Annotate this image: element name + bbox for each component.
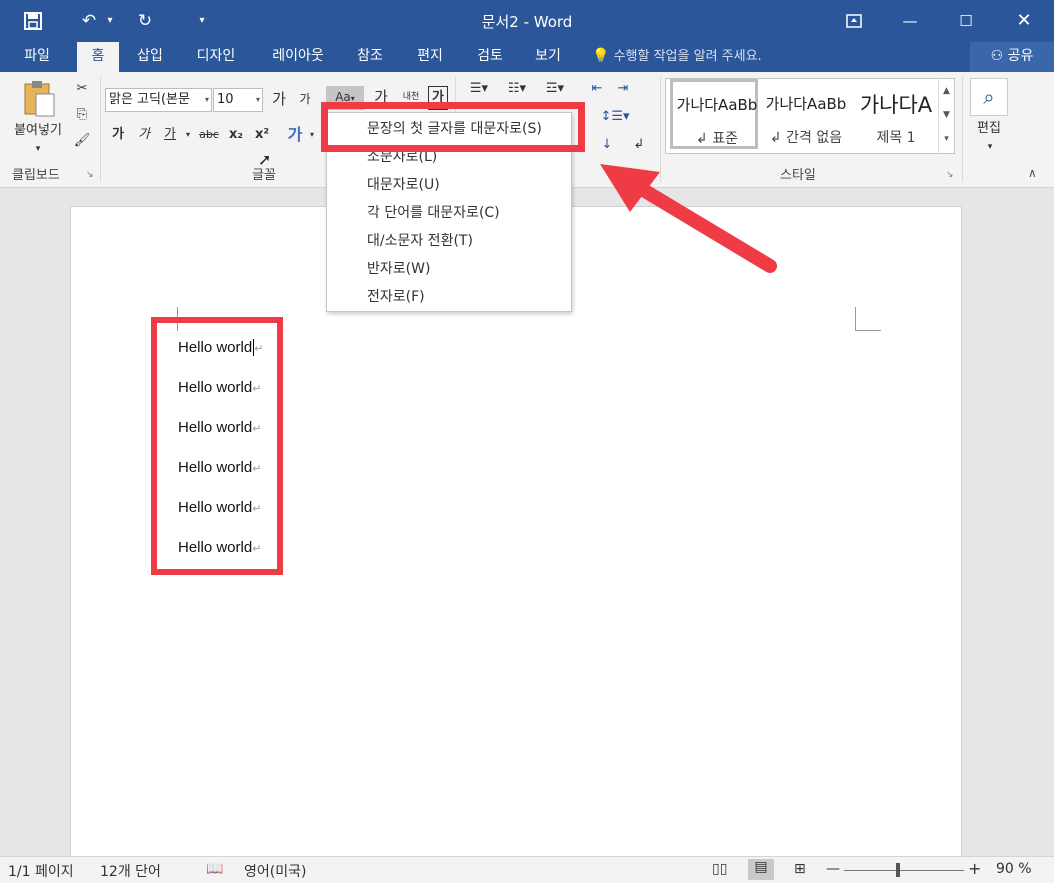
web-layout-icon[interactable]: ⊞	[794, 861, 806, 877]
tell-me-text: 수행할 작업을 알려 주세요.	[613, 49, 762, 64]
text-effects-button[interactable]: 가	[284, 124, 306, 148]
language[interactable]: 영어(미국)	[244, 861, 306, 881]
underline-dropdown-icon[interactable]: ▾	[182, 124, 194, 148]
italic-button[interactable]: 가	[134, 124, 154, 148]
ribbon-display-options-icon[interactable]	[834, 8, 874, 34]
zoom-level[interactable]: 90 %	[996, 861, 1032, 877]
font-group-label: 글꼴	[252, 168, 276, 183]
style-name: 제목 1	[876, 130, 916, 146]
zoom-slider-thumb[interactable]	[896, 863, 900, 877]
tab-design[interactable]: 디자인	[188, 42, 244, 72]
cut-icon[interactable]: ✂	[72, 78, 92, 102]
menu-item-full-width[interactable]: 전자로(F)	[327, 283, 571, 311]
more-styles-icon[interactable]: ▾	[939, 127, 954, 151]
tab-view[interactable]: 보기	[526, 42, 570, 72]
format-painter-icon[interactable]: 🖌	[72, 130, 92, 154]
strikethrough-button[interactable]: abc	[196, 124, 222, 148]
increase-indent-icon[interactable]: ⇥	[612, 78, 634, 102]
tab-review[interactable]: 검토	[468, 42, 512, 72]
font-name-value: 맑은 고딕(본문	[109, 92, 190, 107]
ribbon-tabs: 파일 홈 삽입 디자인 레이아웃 참조 편지 검토 보기 💡 수행할 작업을 알…	[0, 42, 1054, 72]
multilevel-list-icon[interactable]: ☲▾	[538, 78, 572, 102]
read-mode-icon[interactable]: ▯▯	[712, 861, 727, 877]
menu-item-half-width[interactable]: 반자로(W)	[327, 255, 571, 283]
share-button[interactable]: ⚇ 공유	[970, 42, 1054, 72]
underline-button[interactable]: 가	[160, 124, 180, 148]
style-no-spacing[interactable]: 가나다AaBb ↲ 간격 없음	[762, 81, 850, 151]
clipboard-group-label: 클립보드	[12, 168, 60, 183]
menu-item-capitalize-each-word[interactable]: 각 단어를 대문자로(C)	[327, 199, 571, 227]
tell-me-box[interactable]: 💡 수행할 작업을 알려 주세요.	[592, 42, 762, 72]
bold-button[interactable]: 가	[108, 124, 128, 148]
chevron-down-icon: ▾	[204, 95, 209, 104]
search-icon[interactable]: ⌕	[970, 78, 1008, 116]
bullets-icon[interactable]: ☰▾	[462, 78, 496, 102]
style-name: ↲ 간격 없음	[769, 130, 843, 146]
style-preview: 가나다AaBb	[676, 96, 758, 114]
highlight-box-menu-item	[321, 102, 585, 152]
zoom-slider[interactable]	[844, 870, 964, 871]
tab-layout[interactable]: 레이아웃	[262, 42, 334, 72]
tab-mailings[interactable]: 편지	[408, 42, 452, 72]
paste-dropdown-icon[interactable]: ▾	[28, 138, 48, 162]
styles-scrollbar[interactable]: ▲ ▼ ▾	[938, 79, 954, 153]
word-count[interactable]: 12개 단어	[100, 861, 161, 881]
share-label: 공유	[1007, 48, 1034, 64]
editing-dropdown-icon[interactable]: ▾	[980, 136, 1000, 160]
page-count[interactable]: 1/1 페이지	[8, 861, 74, 881]
menu-item-toggle-case[interactable]: 대/소문자 전환(T)	[327, 227, 571, 255]
margin-corner-mark	[855, 307, 881, 331]
proofing-icon[interactable]: 📖	[206, 861, 223, 877]
line-spacing-icon[interactable]: ↕☰▾	[598, 106, 632, 130]
close-icon[interactable]: ✕	[1004, 8, 1044, 34]
clipboard-launcher-icon[interactable]: ↘	[86, 170, 94, 180]
shrink-font-button[interactable]: 가	[294, 88, 316, 112]
group-separator	[100, 76, 101, 182]
font-size-combo[interactable]: 10 ▾	[213, 88, 263, 112]
font-size-value: 10	[217, 92, 234, 107]
chevron-down-icon[interactable]: ▼	[939, 103, 954, 127]
highlight-box-text	[151, 317, 283, 575]
subscript-button[interactable]: x₂	[226, 124, 246, 148]
numbering-icon[interactable]: ☷▾	[500, 78, 534, 102]
tab-references[interactable]: 참조	[348, 42, 392, 72]
collapse-ribbon-icon[interactable]: ∧	[1028, 166, 1037, 180]
grow-font-button[interactable]: 가	[268, 88, 290, 112]
minimize-icon[interactable]: —	[890, 8, 930, 34]
title-bar: ↶ ▾ ↻ ▾ 문서2 - Word — ☐ ✕	[0, 0, 1054, 42]
group-separator	[962, 76, 963, 182]
menu-item-uppercase[interactable]: 대문자로(U)	[327, 171, 571, 199]
chevron-down-icon: ▾	[255, 95, 260, 104]
lightbulb-icon: 💡	[592, 48, 610, 64]
style-preview: 가나다AaBb	[765, 95, 847, 113]
copy-icon[interactable]: ⎘	[72, 104, 92, 128]
style-preview: 가나다A	[859, 93, 933, 117]
maximize-icon[interactable]: ☐	[946, 8, 986, 34]
tab-insert[interactable]: 삽입	[128, 42, 172, 72]
zoom-out-icon[interactable]: —	[826, 861, 840, 877]
zoom-in-icon[interactable]: +	[968, 859, 981, 878]
print-layout-icon[interactable]: ▤	[748, 859, 774, 880]
chevron-up-icon[interactable]: ▲	[939, 79, 954, 103]
style-heading-1[interactable]: 가나다A 제목 1	[852, 81, 940, 151]
tab-home[interactable]: 홈	[77, 42, 119, 72]
person-icon: ⚇	[990, 48, 1004, 64]
styles-gallery: 가나다AaBb ↲ 표준 가나다AaBb ↲ 간격 없음 가나다A 제목 1 ▲…	[665, 78, 955, 154]
text-effects-dropdown-icon[interactable]: ▾	[306, 124, 318, 148]
status-bar: 1/1 페이지 12개 단어 📖 영어(미국) ▯▯ ▤ ⊞ — + 90 %	[0, 856, 1054, 883]
annotation-arrow-icon	[600, 164, 777, 273]
font-name-combo[interactable]: 맑은 고딕(본문 ▾	[105, 88, 212, 112]
styles-launcher-icon[interactable]: ↘	[946, 170, 954, 180]
style-normal[interactable]: 가나다AaBb ↲ 표준	[670, 79, 758, 149]
style-name: ↲ 표준	[696, 131, 738, 147]
superscript-button[interactable]: x²	[252, 124, 272, 148]
tab-file[interactable]: 파일	[14, 42, 60, 72]
decrease-indent-icon[interactable]: ⇤	[586, 78, 608, 102]
paste-icon[interactable]	[22, 80, 58, 118]
